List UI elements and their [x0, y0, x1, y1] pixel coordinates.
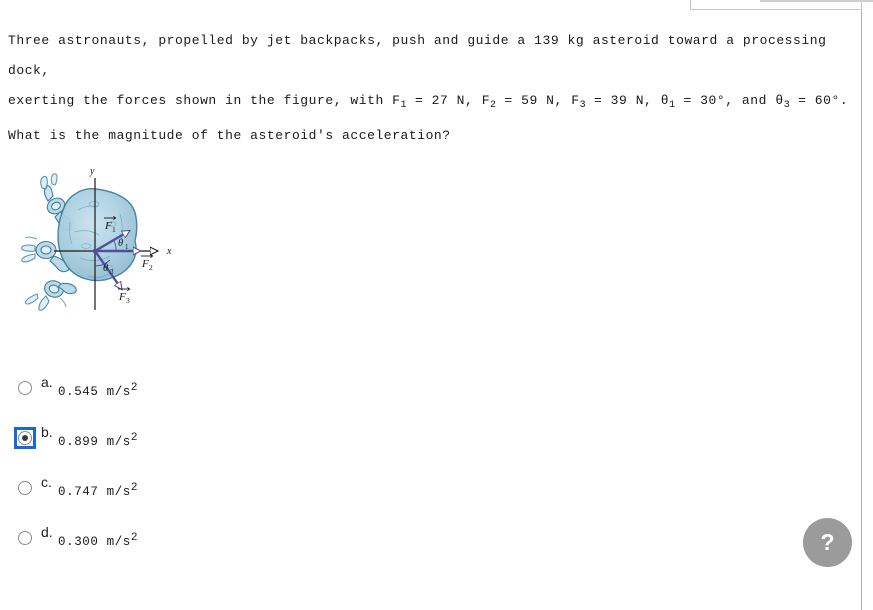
- radio-box-a[interactable]: [14, 377, 36, 399]
- question-mark-icon: ?: [820, 529, 835, 555]
- theta1-label: θ: [118, 238, 123, 249]
- option-row-a[interactable]: a. 0.545 m/s2: [14, 374, 434, 424]
- option-letter-d: d.: [41, 524, 53, 540]
- label-f1-text: F: [104, 220, 112, 232]
- option-value-a: 0.545 m/s2: [58, 382, 138, 399]
- label-f3-text: F: [118, 291, 126, 303]
- radio-box-c[interactable]: [14, 477, 36, 499]
- question-line-2-pre: exerting the forces shown in the figure,…: [8, 93, 401, 108]
- option-value-c: 0.747 m/s2: [58, 482, 138, 499]
- label-f2: F 2: [141, 253, 154, 272]
- question-line-2-c: = 39 N, θ: [585, 93, 670, 108]
- question-line-3: What is the magnitude of the asteroid's …: [8, 128, 451, 143]
- question-line-2-b: = 59 N, F: [496, 93, 580, 108]
- option-value-a-text: 0.545 m/s: [58, 385, 131, 400]
- question-line-2-d: = 30°, and θ: [675, 93, 784, 108]
- radio-icon-d[interactable]: [18, 531, 32, 545]
- theta1-sub: 1: [125, 243, 129, 251]
- question-line-2-a: = 27 N, F: [406, 93, 491, 108]
- option-value-b-text: 0.899 m/s: [58, 435, 131, 450]
- option-letter-c: c.: [41, 474, 52, 490]
- y-axis-label: y: [89, 166, 95, 177]
- option-value-d-exp: 2: [130, 532, 138, 544]
- x-axis-label: x: [166, 246, 172, 257]
- option-value-d-text: 0.300 m/s: [58, 535, 131, 550]
- help-button[interactable]: ?: [803, 518, 852, 567]
- label-f2-sub: 2: [149, 263, 153, 272]
- option-row-b[interactable]: b. 0.899 m/s2: [14, 424, 434, 474]
- option-letter-a: a.: [41, 374, 53, 390]
- origin-point: [92, 248, 98, 254]
- option-value-a-exp: 2: [130, 382, 138, 394]
- label-f2-text: F: [141, 258, 149, 270]
- question-text: Three astronauts, propelled by jet backp…: [8, 26, 853, 151]
- option-value-c-text: 0.747 m/s: [58, 485, 131, 500]
- radio-icon-c[interactable]: [18, 481, 32, 495]
- radio-box-d[interactable]: [14, 527, 36, 549]
- radio-box-b[interactable]: [14, 427, 36, 449]
- radio-icon-a[interactable]: [18, 381, 32, 395]
- label-f3: F 3: [118, 286, 131, 305]
- question-line-2-e: = 60°.: [789, 93, 849, 108]
- option-letter-b: b.: [41, 424, 53, 440]
- theta3-label: θ: [103, 263, 108, 274]
- option-row-d[interactable]: d. 0.300 m/s2: [14, 524, 434, 574]
- astronaut-bottom: [24, 280, 77, 311]
- theta3-sub: 3: [110, 268, 114, 276]
- option-value-d: 0.300 m/s2: [58, 532, 138, 549]
- answer-options-list: a. 0.545 m/s2 b. 0.899 m/s2 c. 0.747 m/s…: [14, 374, 434, 574]
- asteroid-force-diagram: y x F 1 F 2 F 3 θ 1 θ 3: [8, 158, 193, 323]
- top-right-scrollbar-track[interactable]: [760, 0, 873, 2]
- option-value-b-exp: 2: [130, 432, 138, 444]
- label-f1-sub: 1: [112, 225, 116, 234]
- label-f3-sub: 3: [126, 296, 130, 305]
- option-row-c[interactable]: c. 0.747 m/s2: [14, 474, 434, 524]
- question-line-1: Three astronauts, propelled by jet backp…: [8, 33, 835, 78]
- radio-icon-b[interactable]: [18, 431, 32, 445]
- option-value-b: 0.899 m/s2: [58, 432, 138, 449]
- option-value-c-exp: 2: [130, 482, 138, 494]
